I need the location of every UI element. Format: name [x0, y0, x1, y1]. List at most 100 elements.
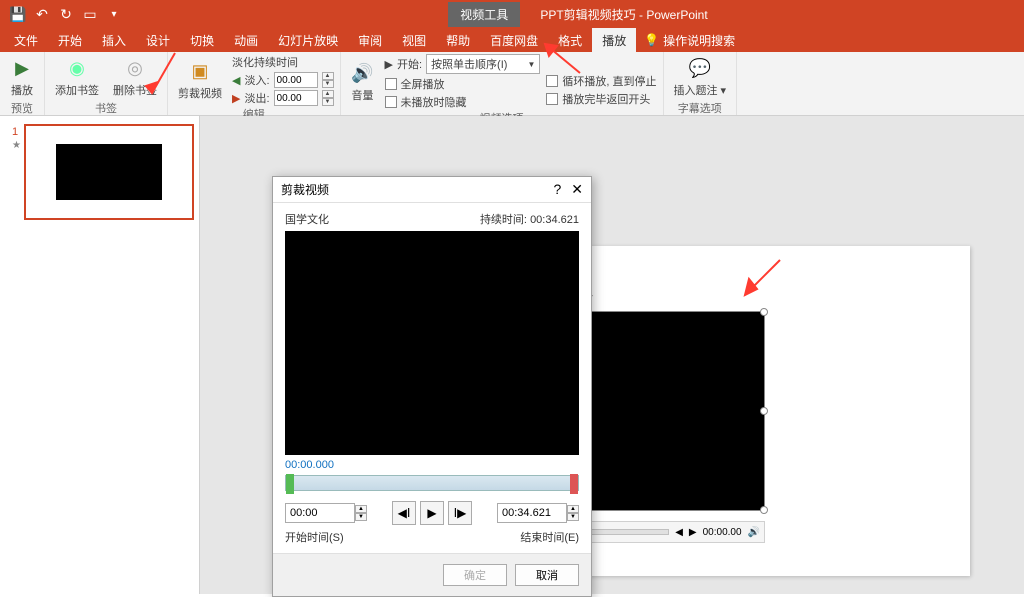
add-bookmark-icon: ◉ — [65, 56, 89, 80]
video-mute-icon[interactable]: 🔊 — [748, 527, 760, 538]
start-dropdown[interactable]: 按照单击顺序(I) ▼ — [426, 54, 540, 74]
redo-icon[interactable]: ↻ — [58, 6, 74, 22]
dialog-title: 剪裁视频 — [281, 181, 329, 198]
tab-format[interactable]: 格式 — [548, 28, 592, 53]
tab-insert[interactable]: 插入 — [92, 28, 136, 53]
play-icon: ▶ — [427, 506, 436, 520]
loop-label: 循环播放, 直到停止 — [562, 73, 656, 89]
slide-number: 1 — [12, 126, 18, 138]
thumbnail-video-preview — [56, 144, 162, 200]
fade-out-up[interactable]: ▲ — [322, 90, 334, 98]
fade-out-icon: ▶ — [232, 92, 240, 105]
dialog-play-button[interactable]: ▶ — [420, 501, 444, 525]
title-center: 视频工具 PPT剪辑视频技巧 - PowerPoint — [132, 2, 1024, 27]
prev-frame-button[interactable]: ◀Ⅰ — [392, 501, 416, 525]
slide-thumbnail-panel[interactable]: 1 ★ — [0, 116, 200, 594]
next-frame-button[interactable]: Ⅰ▶ — [448, 501, 472, 525]
tab-baidu[interactable]: 百度网盘 — [480, 28, 548, 53]
tab-design[interactable]: 设计 — [136, 28, 180, 53]
save-icon[interactable]: 💾 — [10, 6, 26, 22]
skip-forward-icon: Ⅰ▶ — [454, 506, 467, 520]
handle-ne[interactable] — [760, 308, 768, 316]
ribbon: ▶ 播放 预览 ◉ 添加书签 ◎ 删除书签 书签 ▣ 剪裁视频 淡化持续时间 — [0, 52, 1024, 116]
ribbon-group-video-options: 🔊 音量 ▶ 开始: 按照单击顺序(I) ▼ 全屏播放 未播放时隐藏 循环播放,… — [341, 52, 664, 115]
fade-in-input[interactable] — [274, 72, 318, 88]
remove-bookmark-button: ◎ 删除书签 — [109, 54, 161, 100]
tab-animations[interactable]: 动画 — [224, 28, 268, 53]
dialog-duration: 持续时间: 00:34.621 — [480, 211, 579, 227]
tab-help[interactable]: 帮助 — [436, 28, 480, 53]
insert-captions-button[interactable]: 💬 插入题注 ▾ — [670, 54, 731, 100]
trim-video-dialog: 剪裁视频 ? ✕ 国学文化 持续时间: 00:34.621 00:00.000 … — [272, 176, 592, 597]
dialog-help-icon[interactable]: ? — [553, 181, 561, 198]
start-label: 开始: — [397, 56, 422, 72]
tab-playback[interactable]: 播放 — [592, 28, 636, 53]
handle-e[interactable] — [760, 407, 768, 415]
video-next-frame-icon[interactable]: ▶ — [689, 527, 697, 538]
dialog-video-preview — [285, 231, 579, 455]
video-time-label: 00:00.00 — [703, 527, 742, 538]
tab-review[interactable]: 审阅 — [348, 28, 392, 53]
fade-out-down[interactable]: ▼ — [322, 98, 334, 106]
dialog-video-name: 国学文化 — [285, 211, 329, 227]
fullscreen-label: 全屏播放 — [401, 76, 445, 92]
cancel-button[interactable]: 取消 — [515, 564, 579, 586]
start-from-beginning-icon[interactable]: ▭ — [82, 6, 98, 22]
fade-in-icon: ◀ — [232, 74, 240, 87]
trim-video-button[interactable]: ▣ 剪裁视频 — [174, 57, 226, 103]
fade-controls: 淡化持续时间 ◀ 淡入: ▲▼ ▶ 淡出: ▲▼ — [232, 54, 334, 106]
qat-customize-icon[interactable]: ▾ — [106, 6, 122, 22]
end-time-input[interactable] — [497, 503, 567, 523]
start-time-input[interactable] — [285, 503, 355, 523]
fade-duration-label: 淡化持续时间 — [232, 54, 334, 70]
loop-checkbox[interactable] — [546, 75, 558, 87]
volume-button[interactable]: 🔊 音量 — [347, 59, 379, 105]
handle-se[interactable] — [760, 506, 768, 514]
trim-start-marker[interactable] — [286, 474, 294, 494]
rewind-checkbox[interactable] — [546, 93, 558, 105]
fade-in-up[interactable]: ▲ — [322, 72, 334, 80]
end-time-up[interactable]: ▲ — [567, 505, 579, 513]
hide-label: 未播放时隐藏 — [401, 94, 467, 110]
hide-checkbox[interactable] — [385, 96, 397, 108]
volume-icon: 🔊 — [351, 61, 375, 85]
rewind-label: 播放完毕返回开头 — [562, 91, 650, 107]
animation-indicator-icon: ★ — [12, 140, 21, 151]
dialog-titlebar[interactable]: 剪裁视频 ? ✕ — [273, 177, 591, 203]
tab-slideshow[interactable]: 幻灯片放映 — [268, 28, 348, 53]
ok-button[interactable]: 确定 — [443, 564, 507, 586]
play-button[interactable]: ▶ 播放 — [6, 54, 38, 100]
end-time-label: 结束时间(E) — [520, 529, 579, 545]
context-tab-label: 视频工具 — [448, 2, 520, 27]
start-time-up[interactable]: ▲ — [355, 505, 367, 513]
fade-in-down[interactable]: ▼ — [322, 80, 334, 88]
fade-out-input[interactable] — [274, 90, 318, 106]
trim-end-marker[interactable] — [570, 474, 578, 494]
dialog-trim-track[interactable] — [285, 475, 579, 491]
tell-me-label: 操作说明搜索 — [663, 32, 735, 49]
add-bookmark-button[interactable]: ◉ 添加书签 — [51, 54, 103, 100]
dialog-current-time: 00:00.000 — [285, 455, 579, 475]
fade-out-label: 淡出: — [244, 90, 269, 106]
title-bar: 💾 ↶ ↻ ▭ ▾ 视频工具 PPT剪辑视频技巧 - PowerPoint — [0, 0, 1024, 28]
start-time-label: 开始时间(S) — [285, 529, 344, 545]
undo-icon[interactable]: ↶ — [34, 6, 50, 22]
video-prev-frame-icon[interactable]: ◀ — [675, 527, 683, 538]
tab-view[interactable]: 视图 — [392, 28, 436, 53]
ribbon-group-editing: ▣ 剪裁视频 淡化持续时间 ◀ 淡入: ▲▼ ▶ 淡出: ▲▼ 编辑 — [168, 52, 341, 115]
dialog-close-icon[interactable]: ✕ — [571, 181, 583, 198]
document-title: PPT剪辑视频技巧 - PowerPoint — [540, 6, 707, 23]
start-time-down[interactable]: ▼ — [355, 513, 367, 521]
captions-icon: 💬 — [688, 56, 712, 80]
tab-file[interactable]: 文件 — [4, 28, 48, 53]
trim-video-icon: ▣ — [188, 59, 212, 83]
end-time-down[interactable]: ▼ — [567, 513, 579, 521]
tell-me-search[interactable]: 💡 操作说明搜索 — [636, 32, 743, 49]
remove-bookmark-icon: ◎ — [123, 56, 147, 80]
tab-transitions[interactable]: 切换 — [180, 28, 224, 53]
fullscreen-checkbox[interactable] — [385, 78, 397, 90]
tab-home[interactable]: 开始 — [48, 28, 92, 53]
slide-thumbnail-1[interactable]: 1 ★ — [24, 124, 194, 220]
lightbulb-icon: 💡 — [644, 33, 659, 47]
start-value: 按照单击顺序(I) — [431, 56, 507, 72]
